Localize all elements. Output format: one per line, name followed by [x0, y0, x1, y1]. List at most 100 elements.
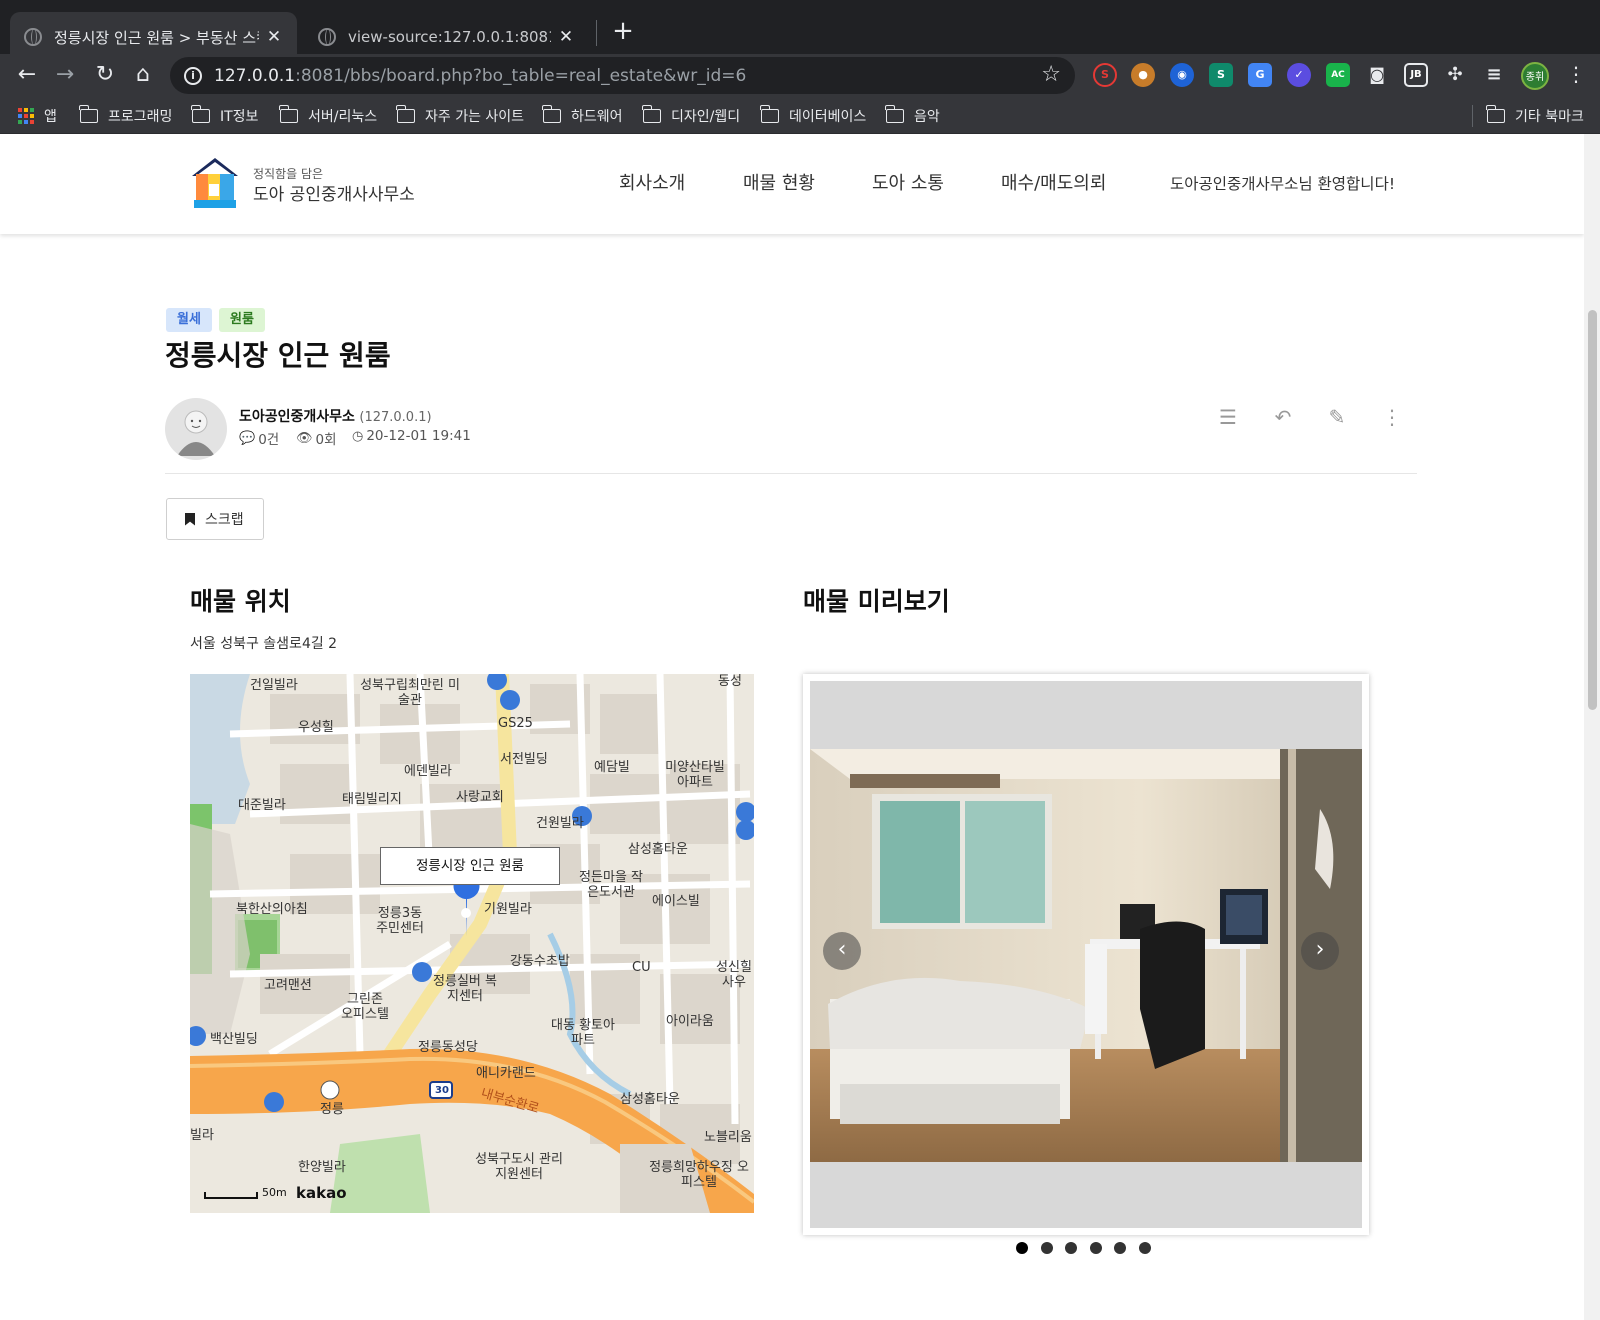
slide-dot[interactable] [1016, 1242, 1028, 1254]
photo-slider[interactable]: ‹ › [803, 674, 1369, 1235]
profile-avatar[interactable]: 종휘 [1521, 62, 1549, 90]
map-label: 성북구립최만린 미술관 [360, 678, 460, 708]
bookmark-folder[interactable]: 데이터베이스 [760, 105, 866, 126]
adblock-icon[interactable]: S [1093, 63, 1117, 87]
slide-dot[interactable] [1114, 1242, 1126, 1254]
site-header: 정직함을 담은 도아 공인중개사사무소 회사소개 매물 현황 도아 소통 매수/… [0, 134, 1584, 234]
bookmark-folder[interactable]: 디자인/웹디 [642, 105, 741, 126]
bookmark-star-icon[interactable]: ☆ [1041, 62, 1061, 87]
reload-button[interactable]: ↻ [88, 58, 122, 92]
eye-icon: 👁 [296, 430, 313, 446]
map-label: 기원빌라 [484, 902, 532, 917]
folder-icon [760, 105, 779, 123]
map-label: 고려맨션 [264, 978, 312, 993]
bookmark-icon [185, 512, 195, 526]
more-options-icon[interactable]: ⋮ [1377, 402, 1407, 432]
reply-icon[interactable]: ↶ [1268, 402, 1298, 432]
bookmark-label: 기타 북마크 [1515, 109, 1584, 125]
scrollbar-thumb[interactable] [1588, 310, 1597, 710]
room-photo [810, 749, 1362, 1162]
author-name: 도아공인중개사무소 [239, 409, 355, 425]
bookmark-folder[interactable]: 프로그래밍 [79, 105, 172, 126]
map-label: 정릉 [320, 1102, 344, 1117]
logo-title[interactable]: 도아 공인중개사사무소 [253, 180, 415, 205]
ac-icon[interactable]: AC [1326, 63, 1350, 87]
scale-label: 50m [262, 1186, 287, 1199]
map-info-popup[interactable]: 정릉시장 인근 원룸 [380, 847, 560, 885]
close-tab-icon[interactable]: ✕ [265, 27, 283, 47]
kakao-logo[interactable]: kakao [296, 1184, 347, 1202]
puzzle-icon[interactable]: ✣ [1443, 63, 1467, 87]
close-tab-icon[interactable]: ✕ [557, 27, 575, 47]
check-icon[interactable]: ✓ [1287, 63, 1311, 87]
map-label: 애니카랜드 [476, 1066, 536, 1081]
new-tab-button[interactable]: + [610, 16, 636, 46]
bookmark-folder[interactable]: IT정보 [191, 105, 259, 126]
forward-button[interactable]: → [48, 58, 82, 92]
slide-dot[interactable] [1040, 1242, 1053, 1254]
view-count: 👁 0회 [296, 428, 337, 449]
folder-icon [396, 105, 415, 123]
bookmark-label: 하드웨어 [571, 109, 623, 125]
user-icon [177, 410, 215, 456]
nav-item-request[interactable]: 매수/매도의뢰 [1001, 169, 1106, 195]
url-path: :8081/bbs/board.php?bo_table=real_estate… [295, 65, 747, 86]
welcome-text: 도아공인중개사무소님 환영합니다! [1170, 175, 1396, 193]
map-label: 성신힐 사우 [716, 960, 752, 990]
slide-dot[interactable] [1089, 1242, 1102, 1254]
post-date: ◷ 20-12-01 19:41 [352, 428, 471, 444]
property-map[interactable]: 건일빌라 성북구립최만린 미술관 동성 우성힐 GS25 서전빌딩 예담빌 미양… [190, 674, 754, 1213]
nav-item-listings[interactable]: 매물 현황 [743, 169, 815, 195]
address-bar[interactable]: i 127.0.0.1:8081/bbs/board.php?bo_table=… [170, 57, 1075, 94]
info-icon[interactable]: i [184, 66, 202, 85]
translate-icon[interactable]: G [1248, 63, 1272, 87]
slide-dot[interactable] [1138, 1242, 1151, 1254]
bookmark-label: 서버/리눅스 [308, 109, 378, 125]
map-label: GS25 [498, 716, 533, 731]
property-address: 서울 성북구 솔샘로4길 2 [190, 636, 338, 652]
bookmark-label: 디자인/웹디 [671, 109, 741, 125]
post-author[interactable]: 도아공인중개사무소 (127.0.0.1) [239, 406, 432, 426]
tab-separator [596, 20, 597, 46]
back-button[interactable]: ← [10, 58, 44, 92]
map-label: 예담빌 [594, 760, 630, 775]
browser-menu-icon[interactable]: ⋮ [1566, 62, 1586, 86]
tab-title: 정릉시장 인근 원룸 > 부동산 스킨 | 5 [54, 28, 259, 47]
map-label: 강동수초밥 [510, 954, 570, 969]
vpn-icon[interactable]: ◉ [1170, 63, 1194, 87]
cookie-icon[interactable]: ● [1131, 63, 1155, 87]
media-icon[interactable]: ≡ [1482, 63, 1506, 87]
scrap-button[interactable]: 스크랩 [166, 498, 264, 540]
map-label: 한양빌라 [298, 1160, 346, 1175]
jb-icon[interactable]: JB [1404, 63, 1428, 87]
next-slide-button[interactable]: › [1301, 932, 1339, 970]
map-label: 노블리움 [704, 1130, 752, 1145]
globe-icon [24, 28, 42, 46]
bookmark-folder[interactable]: 서버/리눅스 [279, 105, 378, 126]
camera-icon[interactable]: ◙ [1365, 63, 1389, 87]
s-icon[interactable]: S [1209, 63, 1233, 87]
page-viewport: 정직함을 담은 도아 공인중개사사무소 회사소개 매물 현황 도아 소통 매수/… [0, 134, 1600, 1320]
edit-pencil-icon[interactable]: ✎ [1322, 402, 1352, 432]
bookmark-label: IT정보 [220, 109, 259, 125]
slide-dot[interactable] [1065, 1242, 1077, 1254]
bookmark-folder[interactable]: 자주 가는 사이트 [396, 105, 524, 126]
comment-icon: 💬 [239, 430, 256, 446]
url-host: 127.0.0.1 [214, 65, 296, 86]
bookmark-other[interactable]: 기타 북마크 [1486, 105, 1584, 126]
bookmark-apps[interactable]: 앱 [18, 106, 57, 126]
home-button[interactable]: ⌂ [126, 58, 160, 92]
prev-slide-button[interactable]: ‹ [823, 932, 861, 970]
browser-tabbar: 정릉시장 인근 원룸 > 부동산 스킨 | 5 ✕ view-source:12… [0, 0, 1600, 62]
map-label: 사랑교회 [456, 790, 504, 805]
nav-item-about[interactable]: 회사소개 [619, 169, 685, 195]
bookmark-folder[interactable]: 하드웨어 [542, 105, 623, 126]
map-label: 정릉3동 주민센터 [376, 906, 424, 936]
map-label: 빌라 [190, 1128, 214, 1143]
view-count-value: 0회 [315, 432, 337, 448]
nav-item-community[interactable]: 도아 소통 [872, 169, 944, 195]
bookmark-folder[interactable]: 음악 [885, 105, 940, 126]
list-icon[interactable]: ☰ [1213, 402, 1243, 432]
house-logo-icon[interactable] [190, 156, 240, 208]
map-label: 우성힐 [298, 720, 334, 735]
